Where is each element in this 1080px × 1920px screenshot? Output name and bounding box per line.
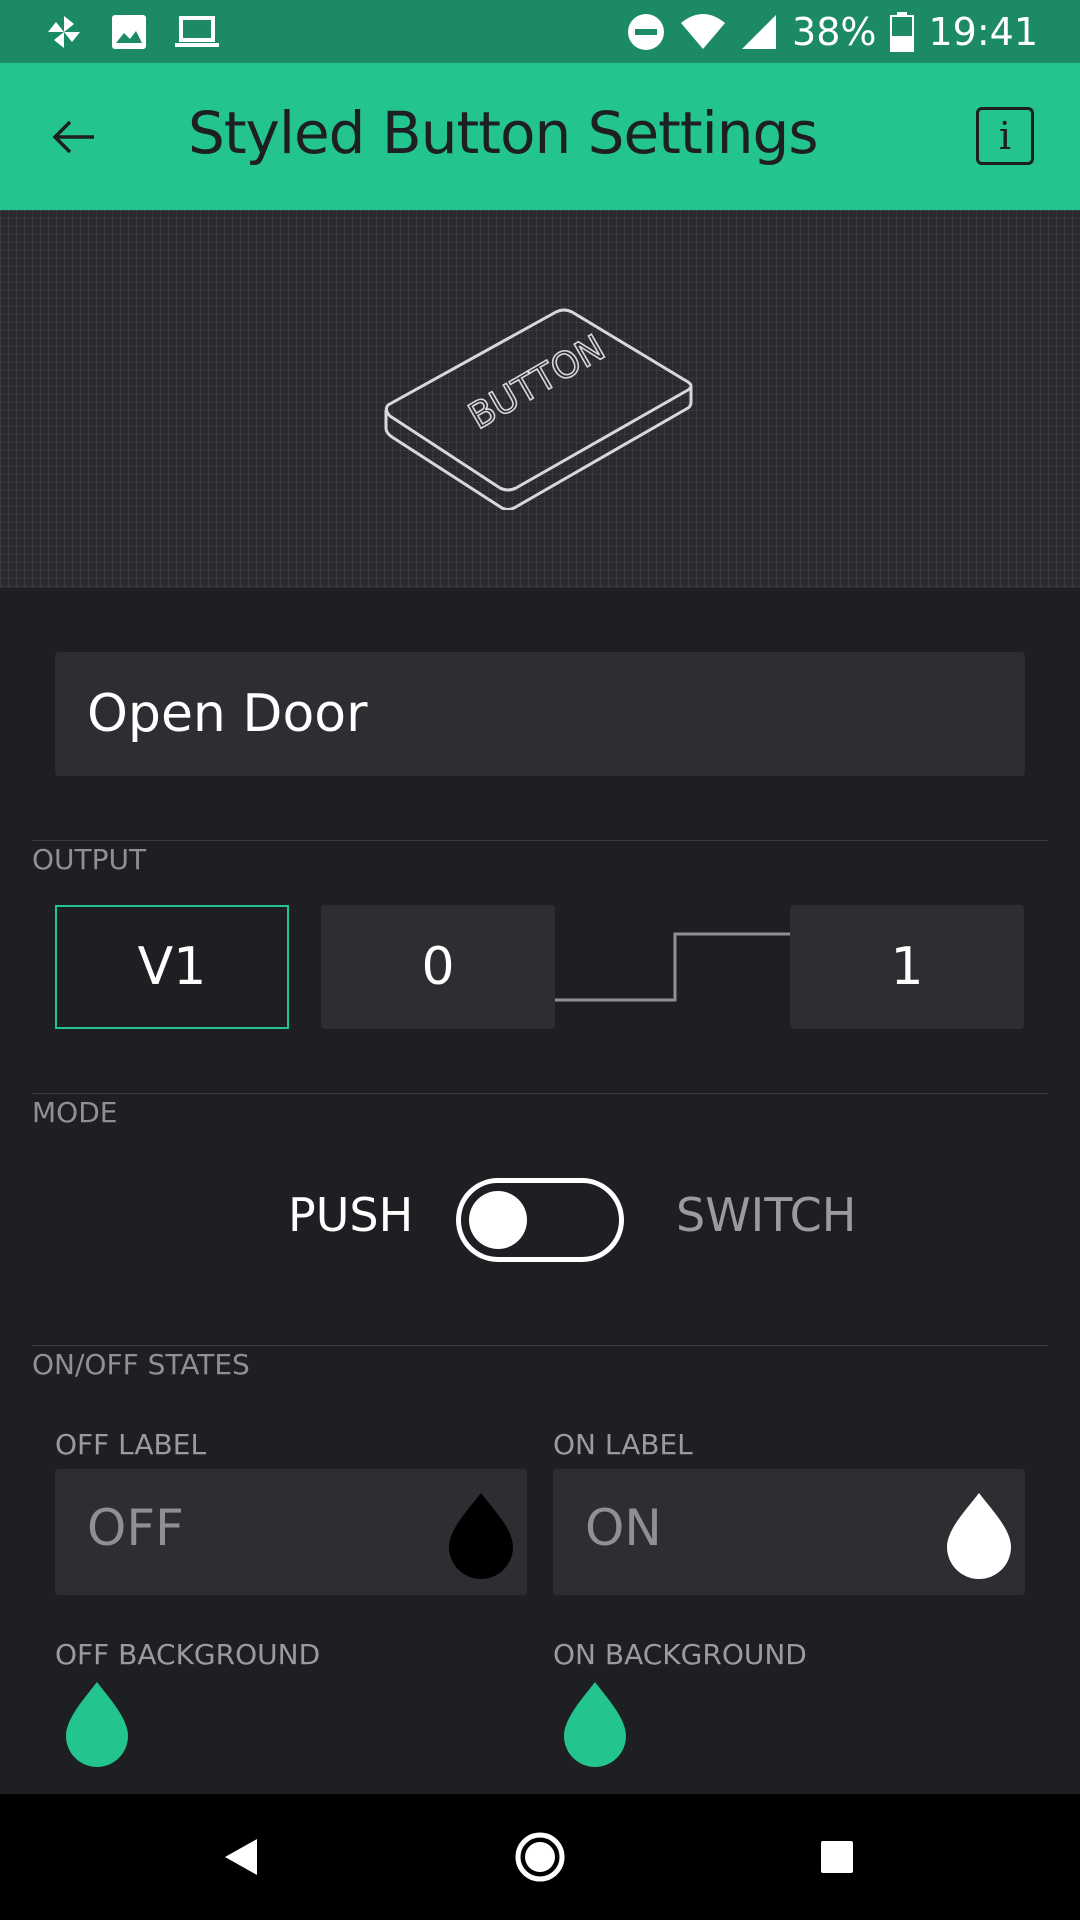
info-icon: i — [998, 114, 1012, 158]
output-low-value: 0 — [421, 937, 455, 997]
arrow-left-icon — [52, 120, 94, 154]
button-illustration-text: BUTTON — [462, 327, 612, 437]
home-circle-icon — [515, 1832, 565, 1882]
laptop-icon — [175, 16, 219, 47]
divider — [32, 1093, 1048, 1094]
section-label-output: OUTPUT — [32, 843, 147, 876]
step-signal-icon — [555, 932, 791, 1002]
off-background-title: OFF BACKGROUND — [55, 1638, 321, 1671]
page-title: Styled Button Settings — [188, 99, 819, 167]
divider — [32, 840, 1048, 841]
nav-home-button[interactable] — [505, 1822, 575, 1892]
on-label-color-drop-icon[interactable] — [939, 1489, 1019, 1579]
off-label-color-drop-icon[interactable] — [441, 1489, 521, 1579]
off-label-value: OFF — [87, 1499, 184, 1557]
cell-signal-icon — [742, 14, 777, 49]
widget-preview: BUTTON — [0, 210, 1080, 588]
clock: 19:41 — [928, 9, 1038, 54]
on-background-title: ON BACKGROUND — [553, 1638, 807, 1671]
status-right-icons: 38% 19:41 — [626, 0, 1038, 63]
wifi-icon — [681, 13, 726, 49]
toggle-knob — [469, 1191, 527, 1249]
nav-recents-button[interactable] — [802, 1822, 872, 1892]
nav-back-button[interactable] — [206, 1822, 276, 1892]
on-label-title: ON LABEL — [553, 1428, 693, 1461]
image-icon — [112, 15, 146, 49]
recents-square-icon — [821, 1841, 853, 1873]
divider — [32, 1345, 1048, 1346]
system-nav-bar — [0, 1794, 1080, 1920]
button-widget-illustration: BUTTON — [384, 308, 693, 510]
mode-switch-label[interactable]: SWITCH — [676, 1188, 856, 1242]
on-label-value: ON — [585, 1499, 662, 1557]
back-triangle-icon — [225, 1839, 257, 1875]
output-low-value-input[interactable]: 0 — [321, 905, 555, 1029]
pinwheel-icon — [48, 16, 80, 48]
status-left-icons — [44, 10, 220, 54]
section-label-mode: MODE — [32, 1096, 118, 1129]
off-background-color-drop-icon[interactable] — [58, 1678, 136, 1768]
do-not-disturb-icon — [628, 13, 665, 50]
widget-name-value: Open Door — [87, 684, 368, 744]
on-label-input[interactable]: ON — [553, 1469, 1025, 1595]
battery-percent: 38% — [792, 9, 877, 54]
section-label-states: ON/OFF STATES — [32, 1348, 250, 1381]
back-button[interactable] — [40, 103, 108, 171]
off-label-title: OFF LABEL — [55, 1428, 207, 1461]
mode-push-label[interactable]: PUSH — [288, 1188, 413, 1242]
off-label-input[interactable]: OFF — [55, 1469, 527, 1595]
widget-name-input[interactable]: Open Door — [55, 652, 1025, 776]
mode-toggle[interactable] — [456, 1178, 624, 1262]
app-bar: Styled Button Settings i — [0, 63, 1080, 210]
output-high-value-input[interactable]: 1 — [790, 905, 1024, 1029]
output-pin-selector[interactable]: V1 — [55, 905, 289, 1029]
info-button[interactable]: i — [976, 107, 1034, 165]
output-pin-value: V1 — [137, 937, 207, 997]
on-background-color-drop-icon[interactable] — [556, 1678, 634, 1768]
battery-icon — [890, 11, 915, 52]
status-bar: 38% 19:41 — [0, 0, 1080, 63]
output-high-value: 1 — [890, 937, 924, 997]
